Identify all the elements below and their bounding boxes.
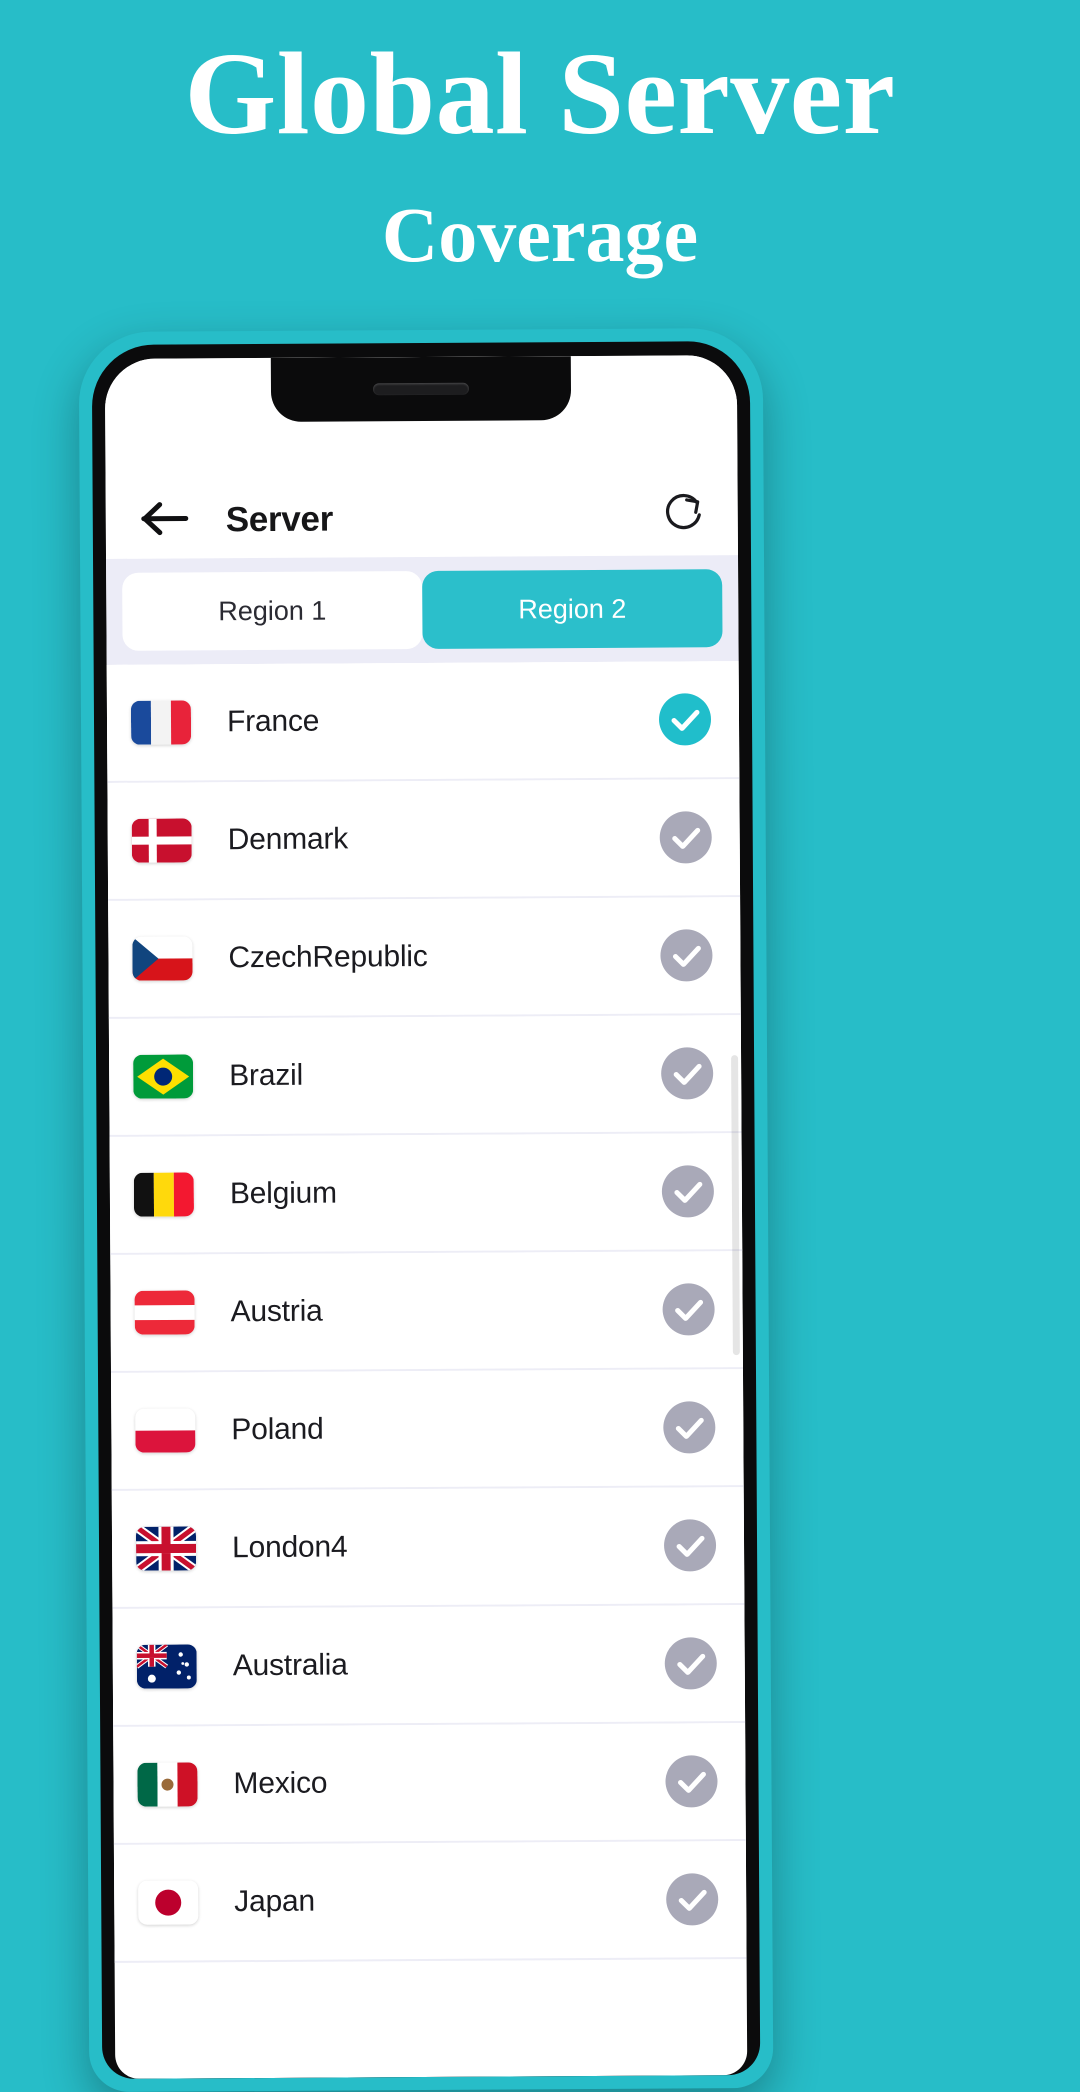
list-item[interactable]: CzechRepublic [108,897,741,1019]
list-item[interactable]: Austria [110,1251,743,1373]
tab-region-1-label: Region 1 [218,595,326,627]
app-title: Server [226,498,660,541]
server-name: London4 [232,1529,664,1566]
list-item[interactable]: Australia [112,1605,745,1727]
list-item[interactable]: London4 [112,1487,745,1609]
region-segmented-control: Region 1 Region 2 [122,569,722,651]
status-badge[interactable] [659,693,711,745]
list-item[interactable]: Poland [111,1369,744,1491]
flag-japan [138,1880,198,1924]
tab-region-2-label: Region 2 [518,593,626,625]
server-name: Poland [231,1411,663,1448]
region-tabs-container: Region 1 Region 2 [106,555,739,665]
server-name: Australia [233,1647,665,1684]
arrow-left-icon[interactable] [138,496,192,540]
flag-austria [134,1290,194,1334]
status-badge[interactable] [662,1165,714,1217]
list-item[interactable]: Brazil [109,1015,742,1137]
flag-australia [137,1644,197,1688]
server-name: Belgium [230,1175,662,1212]
promo-banner: Global Server Coverage [0,0,1080,310]
tab-region-2[interactable]: Region 2 [422,569,722,649]
refresh-icon[interactable] [660,489,706,535]
status-badge[interactable] [661,1047,713,1099]
flag-mexico [137,1762,197,1806]
status-badge[interactable] [665,1637,717,1689]
status-badge[interactable] [665,1755,717,1807]
status-badge[interactable] [662,1283,714,1335]
list-item[interactable]: Denmark [107,779,740,901]
server-name: Austria [231,1293,663,1330]
flag-belgium [134,1172,194,1216]
server-list[interactable]: France Denmark [107,661,747,1963]
status-badge[interactable] [666,1873,718,1925]
server-name: France [227,703,659,740]
server-name: Denmark [228,821,660,858]
phone-mockup: Server Region 1 Region 2 [79,328,774,2092]
flag-denmark [132,818,192,862]
list-item[interactable]: Japan [114,1841,747,1963]
page-subtitle: Coverage [0,196,1080,274]
server-name: Mexico [233,1765,665,1802]
phone-notch [271,356,571,422]
status-badge[interactable] [660,929,712,981]
flag-france [131,700,191,744]
phone-bezel: Server Region 1 Region 2 [92,341,761,2079]
flag-poland [135,1408,195,1452]
flag-czech-republic [132,936,192,980]
server-name: CzechRepublic [228,939,660,976]
status-badge[interactable] [660,811,712,863]
tab-region-1[interactable]: Region 1 [122,571,422,651]
server-name: Japan [234,1883,666,1920]
flag-brazil [133,1054,193,1098]
phone-screen: Server Region 1 Region 2 [105,355,747,2079]
flag-united-kingdom [136,1526,196,1570]
list-item[interactable]: Belgium [110,1133,743,1255]
server-name: Brazil [229,1057,661,1094]
status-badge[interactable] [663,1401,715,1453]
page-title: Global Server [0,34,1080,154]
list-item[interactable]: Mexico [113,1723,746,1845]
status-badge[interactable] [664,1519,716,1571]
earpiece-speaker [373,383,469,396]
list-item[interactable]: France [107,661,740,783]
